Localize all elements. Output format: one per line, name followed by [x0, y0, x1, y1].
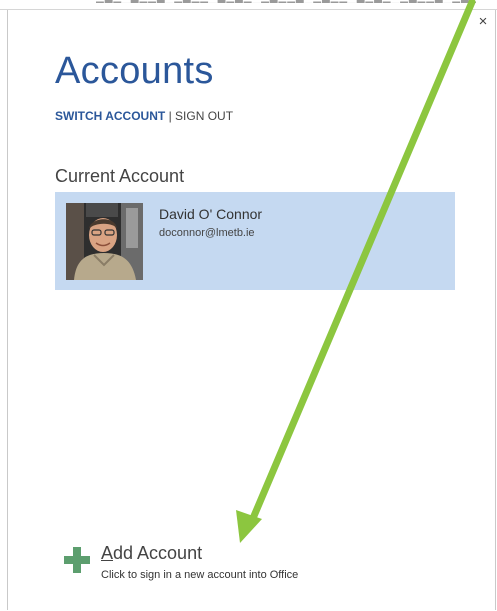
add-account-button[interactable]: Add Account Click to sign in a new accou… [64, 535, 364, 585]
current-account-heading: Current Account [55, 166, 185, 186]
account-name: David O' Connor [159, 206, 263, 222]
switch-account-link[interactable]: SWITCH ACCOUNT [55, 109, 165, 123]
account-actions: SWITCH ACCOUNT | SIGN OUT [55, 109, 233, 123]
add-account-description: Click to sign in a new account into Offi… [101, 569, 299, 581]
page-title: Accounts [55, 50, 214, 92]
plus-icon [64, 547, 90, 573]
close-button[interactable]: × [475, 14, 491, 30]
screenshot-stage: ▂▃▂▁▃▂▂▃▁▂▃▂▂▁▃▂▃▂▁▂▃▂▂▃▁▂▃▂▂▁▃▂▃▂▁▂▃▂▂▃… [0, 0, 497, 611]
avatar [66, 203, 143, 280]
sign-out-link[interactable]: SIGN OUT [175, 109, 233, 123]
obscured-text: ▂▃▂▁▃▂▂▃▁▂▃▂▂▁▃▂▃▂▁▂▃▂▂▃▁▂▃▂▂▁▃▂▃▂▁▂▃▂▂▃… [96, 0, 476, 3]
background-window-strip: ▂▃▂▁▃▂▂▃▁▂▃▂▂▁▃▂▃▂▁▂▃▂▂▃▁▂▃▂▂▁▃▂▃▂▁▂▃▂▂▃… [0, 0, 497, 10]
close-icon[interactable]: × [479, 13, 488, 30]
add-account-label: Add Account [101, 543, 202, 564]
current-account-card[interactable]: David O' Connor doconnor@lmetb.ie [55, 192, 455, 290]
add-account-mnemonic: A [101, 543, 114, 563]
link-separator: | [168, 109, 172, 123]
account-email: doconnor@lmetb.ie [159, 227, 255, 239]
add-account-label-rest: dd Account [113, 543, 203, 563]
person-photo-icon [66, 203, 143, 280]
accounts-dialog: × Accounts SWITCH ACCOUNT | SIGN OUT Cur… [7, 10, 496, 610]
